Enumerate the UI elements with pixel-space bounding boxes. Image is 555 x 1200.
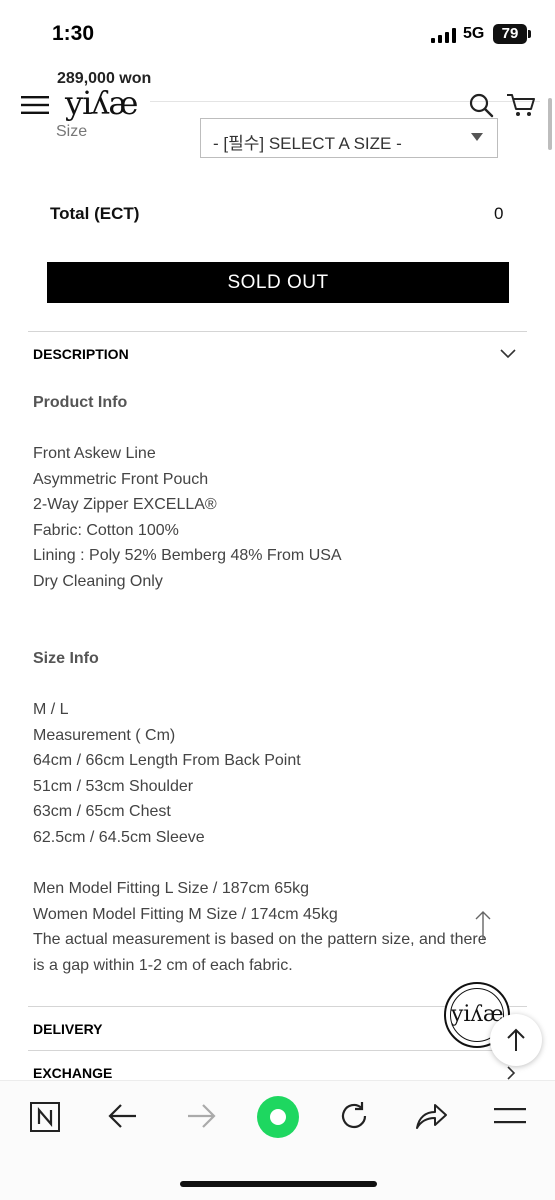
chevron-right-icon[interactable]: [506, 1066, 516, 1080]
scroll-to-top-button[interactable]: [490, 1014, 542, 1066]
size-label: Size: [56, 123, 88, 140]
naver-icon[interactable]: [30, 1102, 60, 1132]
product-info-title: Product Info: [33, 394, 128, 411]
chevron-down-icon[interactable]: [500, 349, 516, 359]
battery-tip: [528, 30, 531, 38]
exchange-tab[interactable]: EXCHANGE: [33, 1065, 112, 1081]
page-scrollbar[interactable]: [548, 98, 552, 150]
product-info-line: Asymmetric Front Pouch: [33, 471, 209, 488]
menu-icon[interactable]: [21, 95, 49, 115]
product-info-line: Fabric: Cotton 100%: [33, 522, 179, 539]
back-icon[interactable]: [108, 1103, 138, 1129]
arrow-up-icon: [475, 911, 491, 939]
status-time: 1:30: [52, 22, 95, 45]
product-info-line: Dry Cleaning Only: [33, 573, 163, 590]
sold-out-button[interactable]: SOLD OUT: [47, 262, 509, 303]
fitting-line: Men Model Fitting L Size / 187cm 65kg: [33, 880, 309, 897]
reload-icon[interactable]: [338, 1100, 370, 1132]
more-menu-icon[interactable]: [494, 1106, 526, 1126]
arrow-up-icon: [507, 1028, 525, 1051]
section-divider: [28, 331, 527, 332]
fitting-line: The actual measurement is based on the p…: [33, 931, 487, 948]
brand-logo[interactable]: yiʎæ: [65, 84, 138, 122]
product-info-line: Front Askew Line: [33, 445, 156, 462]
signal-icon: [431, 28, 456, 43]
size-info-line: 64cm / 66cm Length From Back Point: [33, 752, 301, 769]
size-info-line: 63cm / 65cm Chest: [33, 803, 171, 820]
cart-icon[interactable]: [506, 92, 536, 118]
size-info-title: Size Info: [33, 650, 99, 667]
home-green-button[interactable]: [256, 1095, 300, 1139]
total-value: 0: [494, 204, 504, 223]
total-label: Total (ECT): [50, 204, 140, 223]
battery-icon: 79: [493, 24, 527, 44]
size-info-line: M / L: [33, 701, 69, 718]
search-icon[interactable]: [468, 92, 494, 118]
network-type: 5G: [463, 25, 485, 42]
section-divider: [28, 1050, 527, 1051]
description-tab[interactable]: DESCRIPTION: [33, 346, 129, 362]
product-info-line: 2-Way Zipper EXCELLA®: [33, 496, 217, 513]
size-info-line: 51cm / 53cm Shoulder: [33, 778, 194, 795]
fitting-line: Women Model Fitting M Size / 174cm 45kg: [33, 906, 338, 923]
home-indicator: [180, 1181, 377, 1187]
delivery-tab[interactable]: DELIVERY: [33, 1021, 103, 1037]
share-icon[interactable]: [414, 1101, 448, 1131]
product-info-line: Lining : Poly 52% Bemberg 48% From USA: [33, 547, 342, 564]
chevron-down-icon: [471, 133, 483, 141]
size-info-line: 62.5cm / 64.5cm Sleeve: [33, 829, 205, 846]
size-select[interactable]: - [필수] SELECT A SIZE -: [200, 118, 498, 158]
forward-icon[interactable]: [186, 1103, 216, 1129]
size-info-line: Measurement ( Cm): [33, 727, 176, 744]
fitting-line: is a gap within 1-2 cm of each fabric.: [33, 957, 293, 974]
